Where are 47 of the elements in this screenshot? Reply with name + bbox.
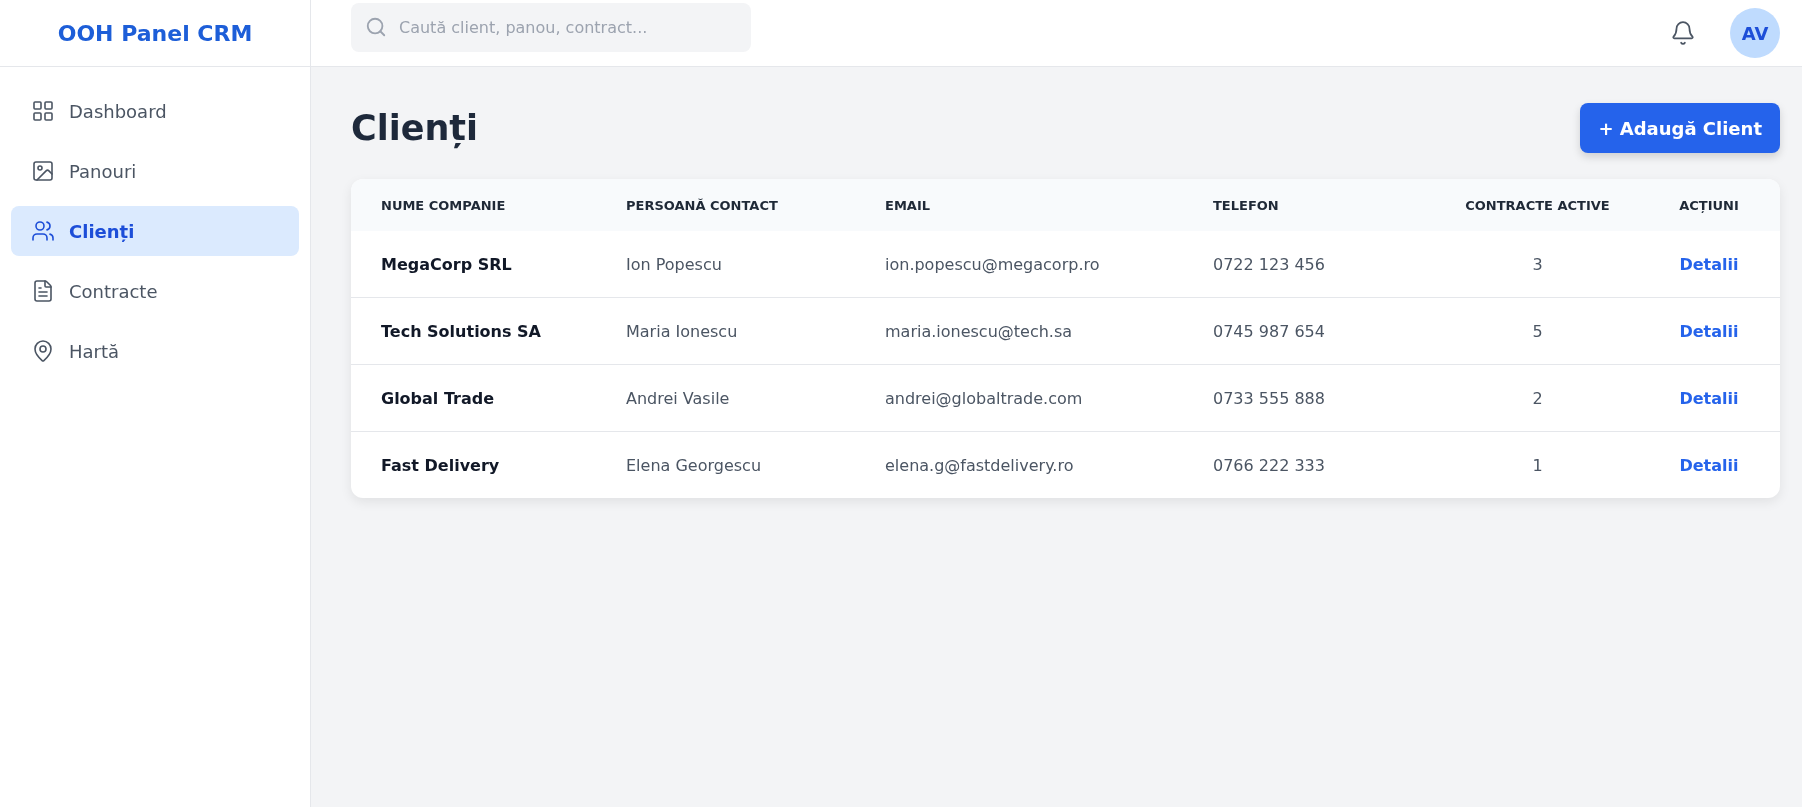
column-header: CONTRACTE ACTIVE bbox=[1464, 197, 1611, 213]
sidebar-item[interactable]: Clienți bbox=[11, 206, 299, 256]
sidebar-item[interactable]: Panouri bbox=[11, 146, 299, 196]
table-cell-text: Maria Ionescu bbox=[626, 321, 739, 341]
table-cell-text: Tech Solutions SA bbox=[381, 321, 542, 341]
table-cell-text: andrei@globaltrade.com bbox=[885, 388, 1084, 408]
map-pin-icon bbox=[31, 339, 55, 363]
sidebar-item[interactable]: Dashboard bbox=[11, 86, 299, 136]
app-logo: OOH Panel CRM bbox=[0, 0, 311, 67]
notification-bell-icon[interactable] bbox=[1670, 20, 1696, 46]
details-link[interactable]: Detalii bbox=[1679, 254, 1739, 274]
column-header: ACȚIUNI bbox=[1678, 197, 1740, 213]
table-cell-text: Andrei Vasile bbox=[626, 388, 731, 408]
document-icon bbox=[31, 279, 55, 303]
column-header: NUME COMPANIE bbox=[381, 197, 507, 213]
table-cell-text: 2 bbox=[1531, 388, 1544, 408]
user-avatar[interactable]: AV bbox=[1730, 8, 1780, 58]
details-link[interactable]: Detalii bbox=[1679, 388, 1739, 408]
table-cell-text: 0745 987 654 bbox=[1213, 321, 1326, 341]
table-cell-text: 0722 123 456 bbox=[1213, 254, 1326, 274]
sidebar-item[interactable]: Contracte bbox=[11, 266, 299, 316]
column-header: TELEFON bbox=[1213, 197, 1280, 213]
table-cell-text: MegaCorp SRL bbox=[381, 254, 513, 274]
table-cell-text: maria.ionescu@tech.sa bbox=[885, 321, 1074, 341]
sidebar-item[interactable]: Hartă bbox=[11, 326, 299, 376]
add-client-button[interactable]: + Adaugă Client bbox=[1580, 103, 1780, 153]
table-cell-text: elena.g@fastdelivery.ro bbox=[885, 455, 1075, 475]
search-field[interactable]: Caută client, panou, contract... bbox=[351, 2, 751, 52]
column-header: EMAIL bbox=[885, 197, 931, 213]
table-cell-text: 5 bbox=[1531, 321, 1544, 341]
table-cell-text: ion.popescu@megacorp.ro bbox=[885, 254, 1101, 274]
table-cell-text: Ion Popescu bbox=[626, 254, 723, 274]
table-cell-text: Global Trade bbox=[381, 388, 496, 408]
details-link[interactable]: Detalii bbox=[1679, 321, 1739, 341]
table-cell-text: 1 bbox=[1531, 455, 1544, 475]
image-icon bbox=[31, 159, 55, 183]
search-icon bbox=[365, 15, 387, 38]
details-link[interactable]: Detalii bbox=[1679, 455, 1739, 475]
page-title: Clienți bbox=[351, 108, 479, 148]
users-icon bbox=[31, 219, 55, 243]
table-cell-text: 0733 555 888 bbox=[1213, 388, 1326, 408]
table-cell-text: 3 bbox=[1531, 254, 1544, 274]
column-header: PERSOANĂ CONTACT bbox=[626, 197, 779, 213]
table-cell-text: Elena Georgescu bbox=[626, 455, 763, 475]
table-cell-text: 0766 222 333 bbox=[1213, 455, 1326, 475]
grid-icon bbox=[31, 99, 55, 123]
table-cell-text: Fast Delivery bbox=[381, 455, 501, 475]
